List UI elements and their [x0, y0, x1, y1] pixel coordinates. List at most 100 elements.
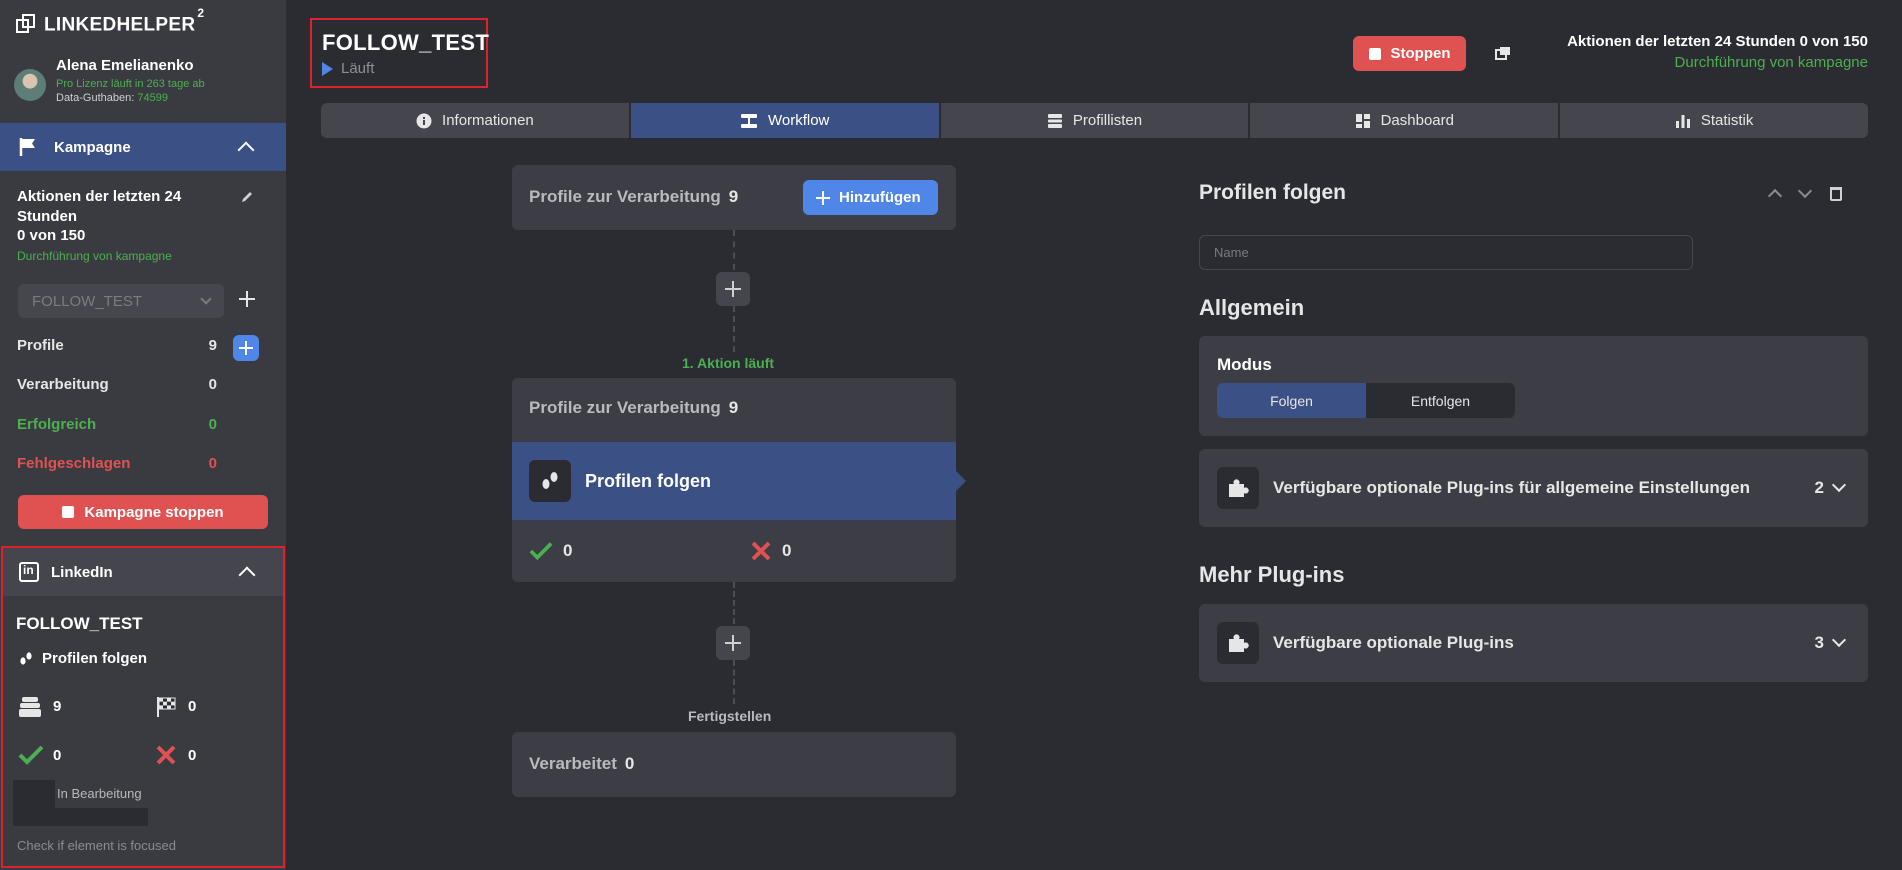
trash-icon[interactable] [1830, 186, 1842, 201]
finish-flag-icon [157, 697, 176, 717]
queue-card[interactable]: Profile zur Verarbeitung 9 Hinzufügen [512, 165, 956, 230]
insert-step-button[interactable] [716, 272, 750, 306]
processing-status: In Bearbeitung [57, 786, 142, 801]
add-profiles-button[interactable]: Hinzufügen [803, 180, 938, 215]
name-input[interactable] [1199, 235, 1693, 270]
panel-title: Profilen folgen [1199, 181, 1346, 204]
check-icon [18, 745, 44, 765]
actions-title: Aktionen der letzten 24 Stunden [17, 188, 182, 225]
campaign-title-box: FOLLOW_TEST Läuft [310, 18, 490, 88]
stop-button[interactable]: Stoppen [1353, 36, 1466, 71]
page-title: FOLLOW_TEST [322, 30, 490, 55]
actions-status: Durchführung von kampagne [17, 249, 172, 263]
app-logo[interactable]: LINKEDHELPER2 [16, 6, 204, 36]
action-success: 0 [529, 540, 572, 562]
footsteps-icon [529, 460, 571, 502]
connector-line [733, 230, 735, 270]
mode-option-folgen[interactable]: Folgen [1217, 383, 1366, 418]
flag-icon [19, 138, 35, 156]
user-info: Alena Emelianenko Pro Lizenz läuft in 26… [14, 57, 205, 104]
step-queue-count: 9 [728, 398, 739, 417]
stop-campaign-button[interactable]: Kampagne stoppen [18, 495, 268, 529]
actions-summary: Aktionen der letzten 24 Stunden 0 von 15… [1567, 33, 1868, 50]
stop-icon [62, 506, 75, 518]
tab-workflow[interactable]: Workflow [630, 103, 939, 138]
add-label: Hinzufügen [839, 189, 921, 206]
tab-bar: Informationen Workflow Profillisten Dash… [321, 103, 1868, 138]
cross-icon [751, 541, 771, 561]
move-up-icon[interactable] [1767, 188, 1783, 204]
chevron-down-icon [1831, 632, 1847, 648]
processed-text: Verarbeitet 0 [529, 754, 634, 774]
add-profiles-button[interactable] [233, 335, 259, 361]
edit-icon[interactable] [240, 190, 254, 204]
stat-value: 0 [208, 455, 217, 472]
list-icon [1047, 113, 1062, 128]
chevron-up-icon[interactable] [237, 141, 255, 159]
stat-label: Profile [17, 337, 64, 354]
focus-hint: Check if element is focused [17, 838, 176, 853]
step-status-label: 1. Aktion läuft [682, 355, 775, 371]
campaign-select[interactable]: FOLLOW_TEST [18, 284, 224, 318]
footsteps-icon [20, 651, 32, 665]
tab-statistik[interactable]: Statistik [1560, 103, 1868, 138]
mode-option-entfolgen[interactable]: Entfolgen [1366, 383, 1515, 418]
stop-campaign-label: Kampagne stoppen [84, 503, 224, 521]
insert-step-button[interactable] [716, 626, 750, 660]
more-plugins-label: Verfügbare optionale Plug-ins [1273, 633, 1514, 652]
puzzle-icon [1217, 622, 1259, 664]
connector-line [733, 582, 735, 624]
more-plugins-row[interactable]: Verfügbare optionale Plug-ins 3 [1199, 604, 1868, 682]
campaign-status: Läuft [322, 60, 476, 77]
tab-informationen[interactable]: Informationen [321, 103, 629, 138]
add-campaign-button[interactable] [237, 289, 257, 309]
finish-label: Fertigstellen [688, 708, 772, 724]
linkedin-action: Profilen folgen [18, 650, 147, 667]
stat-value: 0 [208, 376, 217, 393]
linkedin-section-title: LinkedIn [51, 563, 113, 581]
move-down-icon[interactable] [1797, 183, 1813, 199]
campaign-section-header[interactable]: Kampagne [0, 123, 286, 171]
user-name: Alena Emelianenko [56, 57, 194, 74]
action-follow-profiles[interactable]: Profilen folgen [512, 442, 966, 520]
run-status: Durchführung von kampagne [1674, 54, 1868, 71]
mode-toggle: Folgen Entfolgen [1217, 383, 1515, 418]
panel-controls [1767, 183, 1842, 204]
failed-count: 0 [782, 541, 792, 560]
avatar[interactable] [14, 69, 46, 101]
action-failed: 0 [750, 540, 791, 562]
chevron-up-icon[interactable] [238, 566, 256, 584]
general-plugins-row[interactable]: Verfügbare optionale Plug-ins für allgem… [1199, 449, 1868, 527]
check-icon [529, 542, 553, 561]
step-queue-text: Profile zur Verarbeitung 9 [529, 398, 738, 418]
general-plugins-count: 2 [1815, 477, 1850, 498]
actions-count: 0 von 150 [17, 227, 86, 244]
tab-dashboard[interactable]: Dashboard [1250, 103, 1559, 138]
stat-value: 0 [208, 416, 217, 433]
processed-card[interactable]: Verarbeitet 0 [512, 732, 956, 797]
dashboard-icon [1355, 113, 1370, 128]
campaign-select-value: FOLLOW_TEST [32, 292, 143, 310]
connector-line [733, 660, 735, 704]
placeholder-block [13, 808, 148, 826]
queue-count: 9 [728, 187, 739, 206]
stop-label: Stoppen [1390, 45, 1451, 62]
chevron-down-icon [1831, 477, 1847, 493]
license-status: Pro Lizenz läuft in 263 tage ab [56, 78, 205, 90]
linkedin-icon [19, 562, 39, 582]
stat-profiles: Profile 9 [17, 337, 217, 354]
tab-label: Profillisten [1072, 112, 1143, 129]
failed-count: 0 [188, 747, 197, 764]
tab-profillisten[interactable]: Profillisten [940, 103, 1249, 138]
mode-label: Modus [1217, 355, 1272, 374]
stat-label: Verarbeitung [17, 376, 109, 393]
queue-label: Profile zur Verarbeitung [529, 187, 721, 206]
finished-count: 0 [188, 698, 197, 715]
queue-icon [19, 697, 41, 717]
linkedin-section-header[interactable]: LinkedIn [3, 548, 283, 596]
tab-label: Dashboard [1380, 112, 1454, 129]
play-icon [322, 61, 333, 76]
more-plugins-heading: Mehr Plug-ins [1199, 562, 1345, 587]
stat-failed: Fehlgeschlagen 0 [17, 455, 217, 472]
tab-label: Workflow [767, 112, 830, 129]
